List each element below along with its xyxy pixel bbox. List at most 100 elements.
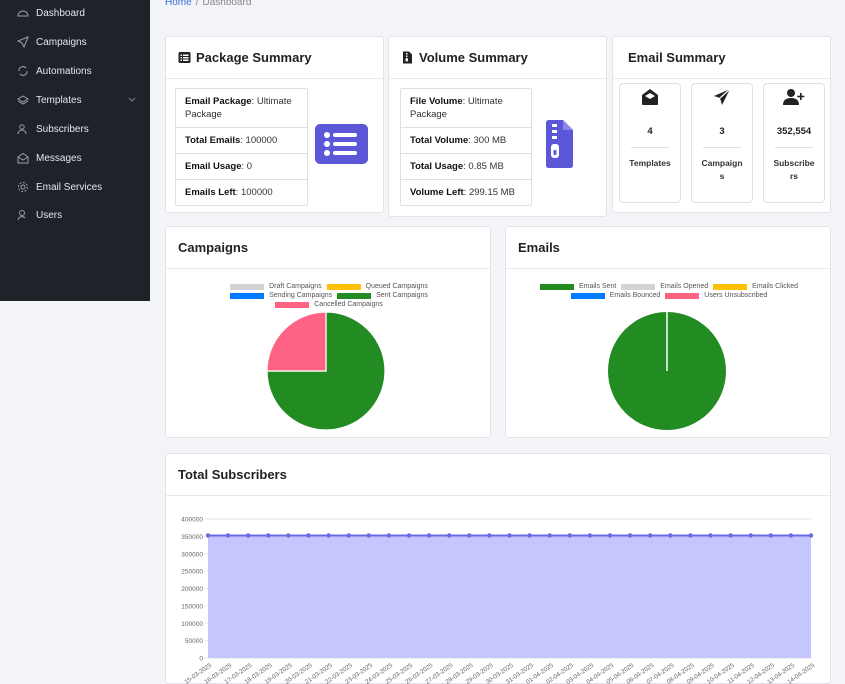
breadcrumb-home-link[interactable]: Home	[165, 0, 192, 8]
row-label: Email Package	[185, 96, 252, 107]
data-point[interactable]	[688, 533, 693, 538]
data-point[interactable]	[406, 533, 412, 538]
stat-label: Campaigns	[701, 158, 743, 181]
row-label: Total Usage	[410, 161, 464, 172]
data-point[interactable]	[426, 533, 432, 538]
templates-stat: 4 Templates	[619, 83, 681, 203]
package-summary-card: Package Summary Email Package: Ultimate …	[165, 36, 384, 213]
sidebar-item-users[interactable]: Users	[0, 205, 150, 225]
stat-value: 3	[719, 126, 725, 137]
legend-swatch	[539, 283, 574, 290]
data-point[interactable]	[527, 533, 532, 538]
data-point[interactable]	[567, 533, 572, 538]
sidebar-item-email-services[interactable]: Email Services	[0, 177, 150, 197]
data-point[interactable]	[708, 533, 713, 538]
campaigns-legend: Draft Campaigns Queued Campaigns Sending C…	[186, 283, 472, 308]
data-point[interactable]	[507, 533, 512, 538]
sidebar-item-label: Automations	[36, 65, 92, 77]
summary-row: Total Usage: 0.85 MB	[401, 154, 531, 180]
legend-item[interactable]: Sent Campaigns	[337, 292, 428, 299]
sidebar-item-campaigns[interactable]: Campaigns	[0, 32, 150, 52]
file-zipper-icon	[401, 51, 414, 64]
emails-legend: Emails Sent Emails Opened Emails Clicked Em…	[536, 283, 802, 299]
volume-summary-table: File Volume: Ultimate Package Total Volu…	[400, 88, 532, 206]
data-point[interactable]	[225, 533, 231, 538]
total-subscribers-card: Total Subscribers 0 50000 100000 150000 2000…	[165, 453, 831, 684]
sidebar-item-messages[interactable]: Messages	[0, 148, 150, 168]
legend-item[interactable]: Emails Sent	[539, 283, 616, 290]
data-point[interactable]	[768, 533, 773, 538]
legend-label: Emails Opened	[660, 283, 709, 290]
data-point[interactable]	[487, 533, 492, 538]
data-point[interactable]	[728, 533, 733, 538]
data-point[interactable]	[266, 533, 271, 538]
card-title-text: Email Summary	[628, 50, 726, 65]
sidebar-item-dashboard[interactable]: Dashboard	[0, 3, 150, 23]
data-point[interactable]	[648, 533, 653, 538]
data-point[interactable]	[467, 533, 472, 538]
legend-item[interactable]: Cancelled Campaigns	[275, 301, 383, 308]
data-point[interactable]	[668, 533, 673, 538]
legend-item[interactable]: Emails Opened	[621, 283, 708, 290]
legend-swatch	[275, 301, 310, 308]
legend-item[interactable]: Emails Clicked	[713, 283, 798, 290]
row-value: 100000	[240, 187, 273, 198]
legend-item[interactable]: Sending Campaigns	[230, 292, 332, 299]
sidebar-item-automations[interactable]: Automations	[0, 61, 150, 81]
sidebar-item-label: Templates	[36, 94, 82, 106]
data-point[interactable]	[607, 533, 613, 538]
stat-label: Templates	[629, 158, 671, 168]
divider	[703, 147, 741, 148]
legend-label: Emails Bounced	[609, 292, 661, 299]
user-icon	[16, 208, 30, 222]
legend-item[interactable]: Users Unsubscribed	[665, 292, 767, 299]
data-point[interactable]	[306, 533, 311, 538]
data-point[interactable]	[748, 533, 753, 538]
card-title: Email Summary	[613, 37, 830, 79]
data-point[interactable]	[808, 533, 814, 538]
data-point[interactable]	[246, 533, 251, 538]
row-label: Total Volume	[410, 135, 469, 146]
card-title-text: Package Summary	[196, 50, 312, 65]
data-point[interactable]	[788, 533, 794, 538]
legend-item[interactable]: Emails Bounced	[570, 292, 661, 299]
legend-item[interactable]: Queued Campaigns	[326, 283, 428, 290]
breadcrumb: Home / Dashboard	[165, 0, 251, 8]
sidebar: Dashboard Campaigns Automations Template…	[0, 0, 150, 301]
send-icon	[16, 35, 30, 49]
sidebar-item-label: Email Services	[36, 181, 103, 193]
y-tick-label: 300000	[181, 551, 203, 558]
data-point[interactable]	[346, 533, 351, 538]
file-zipper-large-icon	[546, 120, 573, 168]
chevron-down-icon[interactable]	[128, 95, 136, 103]
data-point[interactable]	[386, 533, 392, 538]
emails-pie-chart	[608, 312, 726, 430]
stat-value: 4	[647, 126, 653, 137]
data-point[interactable]	[627, 533, 633, 538]
data-point[interactable]	[587, 533, 593, 538]
row-label: Volume Left	[410, 187, 464, 198]
y-tick-label: 0	[199, 656, 203, 663]
data-point[interactable]	[547, 533, 552, 538]
data-point[interactable]	[205, 533, 211, 538]
sidebar-item-templates[interactable]: Templates	[0, 90, 150, 110]
data-point[interactable]	[326, 533, 331, 538]
legend-item[interactable]: Draft Campaigns	[230, 283, 322, 290]
pie-slice[interactable]	[266, 311, 327, 372]
legend-swatch	[713, 283, 748, 290]
row-label: Total Emails	[185, 135, 241, 146]
data-point[interactable]	[447, 533, 452, 538]
users-icon	[16, 122, 30, 136]
row-value: 299.15 MB	[468, 187, 515, 198]
card-title-text: Volume Summary	[419, 50, 528, 65]
sidebar-item-label: Users	[36, 209, 63, 221]
package-summary-table: Email Package: Ultimate Package Total Em…	[175, 88, 308, 206]
stat-value: 352,554	[776, 126, 812, 137]
gear-icon	[16, 180, 30, 194]
breadcrumb-separator: /	[195, 0, 199, 8]
legend-label: Queued Campaigns	[365, 283, 428, 290]
data-point[interactable]	[286, 533, 291, 538]
card-title: Total Subscribers	[166, 454, 830, 496]
sidebar-item-subscribers[interactable]: Subscribers	[0, 119, 150, 139]
data-point[interactable]	[366, 533, 371, 538]
